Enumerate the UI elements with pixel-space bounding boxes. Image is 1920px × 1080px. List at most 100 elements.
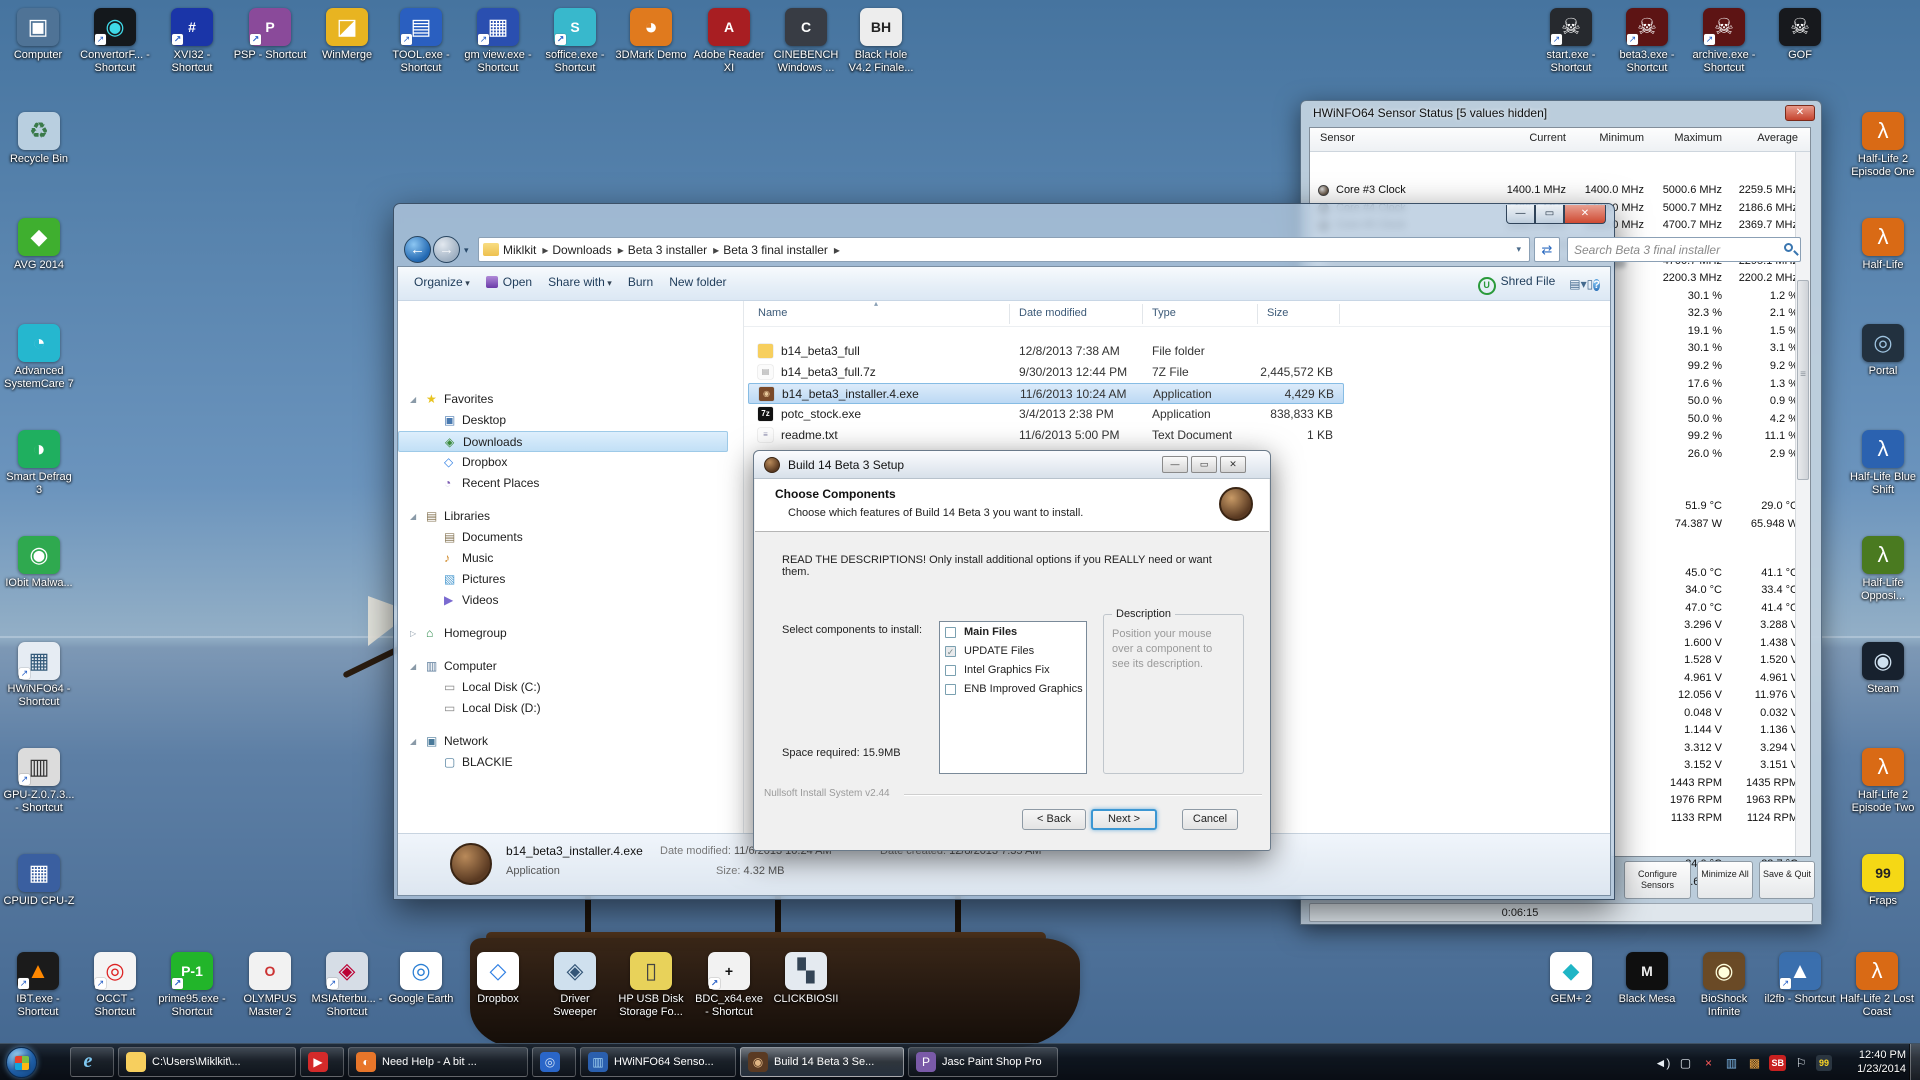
column-header[interactable]: Size (1267, 307, 1288, 319)
minimize-icon[interactable]: — (1506, 205, 1535, 224)
column-separator[interactable] (1339, 304, 1340, 324)
address-bar[interactable]: MiklkitDownloadsBeta 3 installerBeta 3 f… (478, 237, 1530, 262)
desktop-icon[interactable]: ☠ GOF (1763, 8, 1837, 62)
desktop-icon[interactable]: O OLYMPUS Master 2 (233, 952, 307, 1019)
sidebar-item[interactable]: ♪ Music (398, 548, 742, 569)
tray-icon[interactable]: ⚐ (1793, 1055, 1809, 1071)
taskbar-clock[interactable]: 12:40 PM 1/23/2014 (1857, 1048, 1906, 1076)
file-row[interactable]: ▤ b14_beta3_full.7z 9/30/2013 12:44 PM 7… (748, 362, 1606, 383)
column-separator[interactable] (1142, 304, 1143, 324)
sidebar-item[interactable]: ▤ Documents (398, 527, 742, 548)
tray-icon[interactable]: ◄) (1654, 1055, 1670, 1071)
close-icon[interactable]: ✕ (1785, 105, 1815, 121)
expander-icon[interactable]: ▷ (410, 623, 416, 644)
sidebar-item[interactable]: ▢ BLACKIE (398, 752, 742, 773)
sidebar-item[interactable]: ◢ ▣ Network (398, 731, 742, 752)
desktop-icon[interactable]: ◕ 3DMark Demo (614, 8, 688, 62)
desktop-icon[interactable]: λ Half-Life (1846, 218, 1920, 272)
desktop-icon[interactable]: 99 Fraps (1846, 854, 1920, 908)
hwinfo-column-header[interactable]: Average (1722, 132, 1798, 144)
desktop-icon[interactable]: A Adobe Reader XI (692, 8, 766, 75)
desktop-icon[interactable]: S soffice.exe - Shortcut (538, 8, 612, 75)
desktop-icon[interactable]: ◈ Driver Sweeper (538, 952, 612, 1019)
taskbar-app-button[interactable]: C:\Users\Miklkit\... (118, 1047, 296, 1077)
toolbar-button[interactable]: Burn (628, 275, 653, 289)
desktop-icon[interactable]: ♻ Recycle Bin (2, 112, 76, 166)
sidebar-item[interactable]: ◢ ▤ Libraries (398, 506, 742, 527)
toolbar-button[interactable]: Share with (548, 275, 612, 289)
sidebar-item[interactable]: ▶ Videos (398, 590, 742, 611)
desktop-icon[interactable]: ◇ Dropbox (461, 952, 535, 1006)
desktop-icon[interactable]: ◆ GEM+ 2 (1534, 952, 1608, 1006)
sensor-row[interactable]: Core #3 Clock 1400.1 MHz 1400.0 MHz 5000… (1310, 183, 1794, 200)
taskbar-app-button[interactable]: ◉ Build 14 Beta 3 Se... (740, 1047, 904, 1077)
desktop-icon[interactable]: ☠ archive.exe - Shortcut (1687, 8, 1761, 75)
sidebar-item[interactable]: ◔ Recent Places (398, 473, 742, 494)
desktop-icon[interactable]: P PSP - Shortcut (233, 8, 307, 62)
next-button[interactable]: Next > (1091, 809, 1157, 830)
desktop-icon[interactable]: ◉ IObit Malwa... (2, 536, 76, 590)
expander-icon[interactable]: ◢ (410, 656, 416, 677)
back-button[interactable]: ← (404, 236, 431, 263)
desktop-icon[interactable]: ▥ GPU-Z.0.7.3... - Shortcut (2, 748, 76, 815)
desktop-icon[interactable]: ▣ Computer (1, 8, 75, 62)
breadcrumb-segment[interactable]: Downloads (550, 243, 625, 257)
start-button[interactable] (6, 1047, 37, 1078)
component-option[interactable]: Intel Graphics Fix (940, 662, 1086, 679)
taskbar-app-button[interactable]: ◐ Need Help - A bit ... (348, 1047, 528, 1077)
desktop-icon[interactable]: ◪ WinMerge (310, 8, 384, 62)
desktop-icon[interactable]: ▚ CLICKBIOSII (769, 952, 843, 1006)
close-icon[interactable]: ✕ (1564, 205, 1606, 224)
search-input[interactable] (1574, 240, 1774, 259)
desktop-icon[interactable]: + BDC_x64.exe - Shortcut (692, 952, 766, 1019)
recent-pages-icon[interactable]: ▾ (464, 245, 469, 256)
forward-button[interactable]: → (433, 236, 460, 263)
breadcrumb-segment[interactable]: Beta 3 installer (626, 243, 721, 257)
checkbox[interactable] (945, 684, 956, 695)
maximize-icon[interactable]: ▭ (1535, 205, 1564, 224)
taskbar-app-button[interactable]: P Jasc Paint Shop Pro (908, 1047, 1058, 1077)
column-header[interactable]: Date modified (1019, 307, 1087, 319)
desktop-icon[interactable]: # XVI32 - Shortcut (155, 8, 229, 75)
desktop-icon[interactable]: ▦ HWiNFO64 - Shortcut (2, 642, 76, 709)
hwinfo-column-header[interactable]: Maximum (1646, 132, 1722, 144)
toolbar-icon[interactable]: ▤▾ (1569, 277, 1586, 291)
sidebar-item[interactable]: ▭ Local Disk (D:) (398, 698, 742, 719)
desktop-icon[interactable]: λ Half-Life Blue Shift (1846, 430, 1920, 497)
component-option[interactable]: Main Files (940, 624, 1086, 641)
checkbox[interactable] (945, 627, 956, 638)
hwinfo-column-header[interactable]: Current (1490, 132, 1566, 144)
desktop-icon[interactable]: λ Half-Life Opposi... (1846, 536, 1920, 603)
desktop-icon[interactable]: ◎ Google Earth (384, 952, 458, 1006)
hwinfo-column-header[interactable]: Minimum (1568, 132, 1644, 144)
tray-icon[interactable]: 99 (1816, 1055, 1832, 1071)
show-desktop-button[interactable] (1909, 1044, 1920, 1080)
file-row[interactable]: 7z potc_stock.exe 3/4/2013 2:38 PM Appli… (748, 404, 1606, 425)
desktop-icon[interactable]: BH Black Hole V4.2 Finale... (844, 8, 918, 75)
desktop-icon[interactable]: ◑ Smart Defrag 3 (2, 430, 76, 497)
toolbar-button[interactable]: New folder (669, 275, 726, 289)
hwinfo-action-button[interactable]: Configure Sensors (1624, 861, 1691, 899)
desktop-icon[interactable]: ☠ beta3.exe - Shortcut (1610, 8, 1684, 75)
file-row[interactable]: ≡ readme.txt 11/6/2013 5:00 PM Text Docu… (748, 425, 1606, 446)
back-button[interactable]: < Back (1022, 809, 1086, 830)
taskbar-app-button[interactable]: e (70, 1047, 114, 1077)
hwinfo-action-button[interactable]: Minimize All (1697, 861, 1753, 899)
expander-icon[interactable]: ◢ (410, 731, 416, 752)
desktop-icon[interactable]: ▲ IBT.exe - Shortcut (1, 952, 75, 1019)
sidebar-item[interactable]: ◢ ★ Favorites (398, 389, 742, 410)
column-header[interactable]: Name (758, 307, 787, 319)
scrollbar-thumb[interactable] (1797, 280, 1809, 480)
desktop-icon[interactable]: ◈ MSIAfterbu... - Shortcut (310, 952, 384, 1019)
desktop-icon[interactable]: λ Half-Life 2 Lost Coast (1840, 952, 1914, 1019)
toolbar-icon[interactable]: ? (1593, 279, 1600, 291)
taskbar-app-button[interactable]: ◎ (532, 1047, 576, 1077)
desktop-icon[interactable]: ◉ Steam (1846, 642, 1920, 696)
desktop-icon[interactable]: ▦ gm view.exe - Shortcut (461, 8, 535, 75)
desktop-icon[interactable]: ▦ CPUID CPU-Z (2, 854, 76, 908)
desktop-icon[interactable]: ◉ BioShock Infinite (1687, 952, 1761, 1019)
sidebar-item[interactable]: ◈ Downloads (398, 431, 728, 452)
address-dropdown-icon[interactable]: ▾ (1508, 244, 1529, 255)
component-option[interactable]: UPDATE Files (940, 643, 1086, 660)
sidebar-item[interactable]: ▷ ⌂ Homegroup (398, 623, 742, 644)
